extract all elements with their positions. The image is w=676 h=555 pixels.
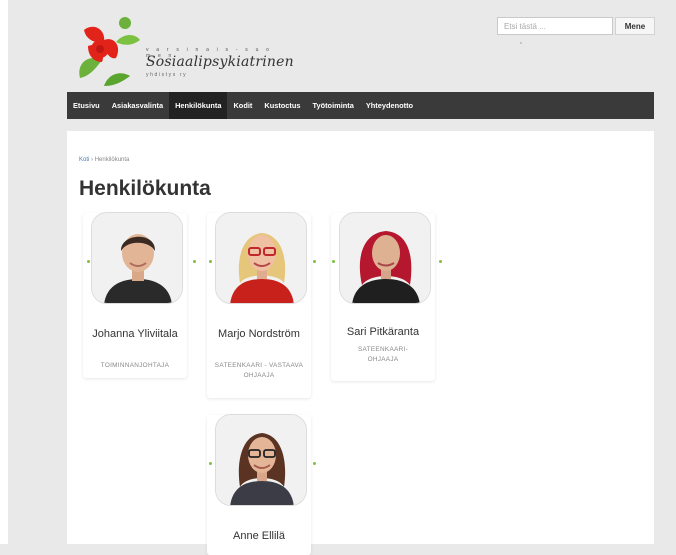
page-title: Henkilökunta [79, 177, 211, 200]
breadcrumb: Koti › Henkilökunta [79, 157, 129, 163]
staff-role: SATEENKAARI- OHJAAJA [358, 346, 408, 363]
staff-photo [215, 212, 307, 304]
decorative-dot [193, 260, 196, 263]
decorative-dot [520, 42, 522, 44]
decorative-dot [209, 462, 212, 465]
nav-item-yhteydenotto[interactable]: Yhteydenotto [360, 92, 419, 119]
nav-item-kustoctus[interactable]: Kustoctus [258, 92, 306, 119]
nav-item-tyotoiminta[interactable]: Työtoiminta [307, 92, 360, 119]
search-button[interactable]: Mene [615, 17, 655, 35]
staff-card[interactable]: Sari Pitkäranta SATEENKAARI- OHJAAJA [331, 212, 442, 381]
staff-role: TOIMINNANJOHTAJA [100, 362, 170, 369]
nav-item-henkilokunta[interactable]: Henkilökunta [169, 92, 228, 119]
decorative-dot [313, 462, 316, 465]
page-edge [0, 0, 8, 544]
decorative-dot [87, 260, 90, 263]
nav-item-kodit[interactable]: Kodit [227, 92, 258, 119]
staff-name: Sari Pitkäranta [346, 326, 420, 338]
decorative-dot [209, 260, 212, 263]
staff-name: Marjo Nordström [218, 328, 300, 340]
logo-flower-icon [79, 17, 140, 86]
logo-tagline-bottom: yhdistys ry [146, 72, 188, 78]
breadcrumb-home-link[interactable]: Koti [79, 157, 89, 163]
search-input[interactable] [497, 17, 613, 35]
staff-card[interactable]: Johanna Yliviitala TOIMINNANJOHTAJA [83, 212, 196, 378]
staff-photo [339, 212, 431, 304]
staff-name: Anne Ellilä [233, 530, 285, 542]
site-logo[interactable]: v a r s i n a i s - s u o m e n Sosiaali… [74, 16, 294, 88]
decorative-dot [313, 260, 316, 263]
decorative-dot [439, 260, 442, 263]
nav-item-asiakasvalinta[interactable]: Asiakasvalinta [106, 92, 169, 119]
staff-name: Johanna Yliviitala [92, 328, 178, 340]
staff-role: SATEENKAARI - VASTAAVA OHJAAJA [214, 362, 304, 379]
breadcrumb-current: Henkilökunta [94, 157, 130, 163]
staff-photo [91, 212, 183, 304]
staff-card[interactable]: Anne Ellilä [207, 414, 316, 555]
logo-name: Sosiaalipsykiatrinen [146, 54, 294, 70]
decorative-dot [332, 260, 335, 263]
staff-card[interactable]: Marjo Nordström SATEENKAARI - VASTAAVA O… [207, 212, 316, 398]
content-panel: Koti › Henkilökunta Henkilökunta Johanna… [67, 131, 654, 555]
nav-item-etusivu[interactable]: Etusivu [67, 92, 106, 119]
staff-photo [215, 414, 307, 506]
main-nav: Etusivu Asiakasvalinta Henkilökunta Kodi… [67, 92, 654, 119]
